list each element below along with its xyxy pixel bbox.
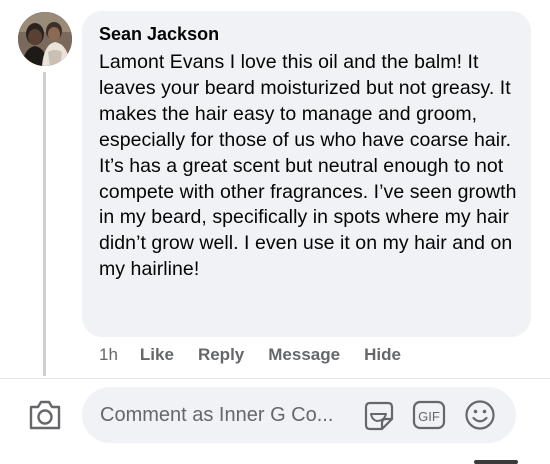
message-button[interactable]: Message — [268, 345, 340, 365]
sticker-icon[interactable] — [362, 399, 396, 438]
like-button[interactable]: Like — [140, 345, 174, 365]
avatar[interactable] — [18, 12, 72, 66]
reply-button[interactable]: Reply — [198, 345, 244, 365]
gif-label: GIF — [418, 409, 440, 424]
comment-actions: 1h Like Reply Message Hide — [99, 344, 425, 366]
camera-icon[interactable] — [28, 399, 62, 431]
hide-button[interactable]: Hide — [364, 345, 401, 365]
divider — [0, 378, 550, 379]
home-indicator — [474, 460, 518, 464]
thread-line — [43, 72, 46, 376]
emoji-icon[interactable] — [464, 399, 496, 436]
comment-timestamp[interactable]: 1h — [99, 345, 118, 365]
comment-author[interactable]: Sean Jackson — [99, 23, 517, 45]
comment-composer: GIF — [82, 387, 516, 443]
gif-icon[interactable]: GIF — [412, 399, 446, 436]
comment-bubble: Sean Jackson Lamont Evans I love this oi… — [82, 11, 531, 337]
comment-input[interactable] — [100, 403, 362, 427]
comment-text: Lamont Evans I love this oil and the bal… — [99, 51, 517, 281]
avatar-image — [18, 12, 72, 66]
